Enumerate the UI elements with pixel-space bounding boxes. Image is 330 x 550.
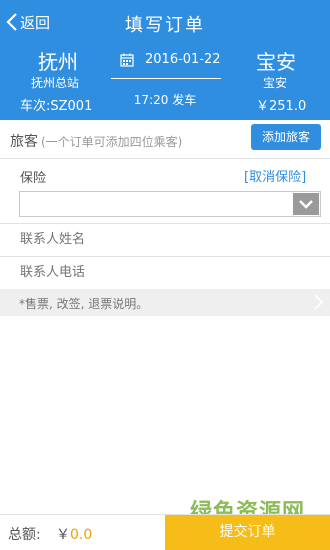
order-footer: 总额: ￥0.0 提交订单: [0, 514, 330, 550]
add-passenger-button[interactable]: 添加旅客: [251, 124, 321, 150]
from-city: 抚州: [38, 50, 78, 74]
currency-symbol: ￥: [56, 527, 70, 543]
total-value: ￥0.0: [56, 524, 92, 544]
total-label: 总额:: [8, 527, 41, 543]
from-station: 抚州总站: [31, 76, 80, 90]
chevron-down-icon[interactable]: [293, 193, 319, 215]
passenger-hint: (一个订单可添加四位乘客): [41, 135, 183, 149]
total-amount: 0.0: [70, 527, 93, 543]
chevron-right-icon: [314, 294, 324, 310]
order-header: 返回 填写订单 抚州 抚州总站 车次:SZ001 2016-01-22 17:2…: [0, 0, 330, 120]
to-station: 宝安: [263, 76, 288, 90]
ticket-notes-text: *售票, 改签, 退票说明。: [19, 297, 149, 311]
travel-date: 2016-01-22: [145, 52, 221, 67]
date-selector[interactable]: 2016-01-22: [120, 52, 221, 67]
divider: [0, 158, 330, 159]
calendar-icon: [120, 53, 134, 67]
submit-order-button[interactable]: 提交订单: [165, 515, 330, 550]
contact-name-field[interactable]: [20, 224, 330, 256]
insurance-label: 保险: [20, 171, 47, 186]
ticket-price: ￥251.0: [256, 99, 307, 114]
contact-phone-field[interactable]: [20, 257, 330, 289]
page-title: 填写订单: [125, 15, 205, 36]
to-city: 宝安: [256, 50, 296, 74]
route-divider: [111, 78, 221, 79]
insurance-select[interactable]: [19, 191, 321, 217]
content-area: [0, 316, 330, 514]
passenger-label: 旅客: [10, 134, 38, 150]
cancel-insurance-link[interactable]: [取消保险]: [244, 166, 306, 185]
ticket-notes-row[interactable]: *售票, 改签, 退票说明。: [0, 289, 330, 316]
